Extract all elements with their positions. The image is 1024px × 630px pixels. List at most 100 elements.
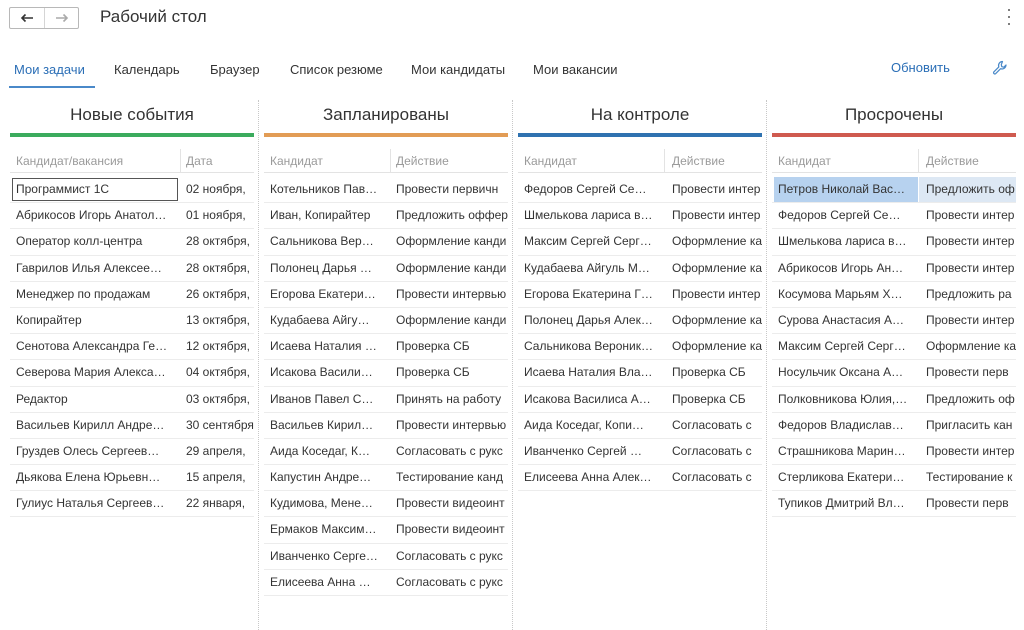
- table-row[interactable]: Федоров Владислав… Пригласить кан: [772, 413, 1016, 439]
- cell-candidate: Федоров Сергей Се…: [778, 208, 901, 223]
- table-row[interactable]: Кудабаева Айгу… Оформление канди: [264, 308, 508, 335]
- table-row[interactable]: Страшникова Марин… Провести интер: [772, 439, 1016, 466]
- table-row[interactable]: Егорова Екатери… Провести интервью: [264, 282, 508, 308]
- table-row[interactable]: Сенотова Александра Ге… 12 октября,: [10, 334, 254, 361]
- table-row[interactable]: Кудимова, Мене… Провести видеоинт: [264, 491, 508, 518]
- table-row[interactable]: Иванченко Серге… Согласовать с рукс: [264, 544, 508, 570]
- table-row[interactable]: Полонец Дарья Алек… Оформление ка: [518, 308, 762, 335]
- table-row[interactable]: Сальникова Вероник… Оформление ка: [518, 334, 762, 361]
- table-row[interactable]: Дьякова Елена Юрьевн… 15 апреля,: [10, 465, 254, 492]
- cell-action: Провести интер: [926, 312, 1015, 327]
- table-row[interactable]: Петров Николай Вас… Предложить оф: [772, 177, 1016, 204]
- table-row[interactable]: Сурова Анастасия А… Провести интер: [772, 308, 1016, 335]
- table-row[interactable]: Аида Коседаг, Копи… Согласовать с: [518, 413, 762, 439]
- table-row[interactable]: Стерликова Екатери… Тестирование к: [772, 465, 1016, 492]
- table-header: Кандидат Действие: [518, 149, 762, 173]
- table-row[interactable]: Оператор колл-центра 28 октября,: [10, 229, 254, 256]
- table-row[interactable]: Исакова Василиса А… Проверка СБ: [518, 387, 762, 413]
- cell-candidate: Оператор колл-центра: [16, 234, 143, 249]
- tab-my-candidates[interactable]: Мои кандидаты: [411, 62, 505, 77]
- table-row[interactable]: Кудабаева Айгуль М… Оформление ка: [518, 256, 762, 282]
- table-row[interactable]: Абрикосов Игорь Ан… Провести интер: [772, 256, 1016, 282]
- header-divider[interactable]: [180, 149, 181, 173]
- table-row[interactable]: Гаврилов Илья Алексее… 28 октября,: [10, 256, 254, 282]
- cell-candidate: Исакова Василиса А…: [524, 391, 651, 406]
- header-action[interactable]: Действие: [926, 154, 979, 168]
- cell-action: Провести первичн: [396, 182, 499, 196]
- header-candidate[interactable]: Кандидат: [270, 154, 323, 168]
- table-row[interactable]: Шмелькова лариса в… Провести интер: [772, 229, 1016, 256]
- header-date[interactable]: Дата: [186, 154, 213, 168]
- table-row[interactable]: Иванов Павел С… Принять на работу: [264, 387, 508, 413]
- table-row[interactable]: Исаева Наталия Вла… Проверка СБ: [518, 360, 762, 387]
- cell-action: Согласовать с рукс: [396, 574, 503, 589]
- table-row[interactable]: Максим Сергей Серг… Оформление ка: [518, 229, 762, 256]
- table-row[interactable]: Аида Коседаг, К… Согласовать с рукс: [264, 439, 508, 466]
- header-action[interactable]: Действие: [672, 154, 725, 168]
- cell-candidate: Абрикосов Игорь Ан…: [778, 260, 904, 275]
- table-row[interactable]: Иван, Копирайтер Предложить оффер: [264, 203, 508, 230]
- table-row[interactable]: Абрикосов Игорь Анатол… 01 ноября,: [10, 203, 254, 230]
- table-row[interactable]: Носульчик Оксана А… Провести перв: [772, 360, 1016, 387]
- table-row[interactable]: Максим Сергей Серг… Оформление ка: [772, 334, 1016, 361]
- tab-calendar[interactable]: Календарь: [114, 62, 180, 77]
- cell-candidate: Елисеева Анна Алек…: [524, 470, 652, 485]
- table-row[interactable]: Ермаков Максим… Провести видеоинт: [264, 517, 508, 544]
- cell-candidate: Сенотова Александра Ге…: [16, 339, 168, 354]
- table-row[interactable]: Косумова Марьям Х… Предложить ра: [772, 282, 1016, 308]
- table-row[interactable]: Капустин Андре… Тестирование канд: [264, 465, 508, 492]
- cell-date: 28 октября,: [186, 260, 250, 275]
- cell-candidate: Носульчик Оксана А…: [778, 365, 904, 380]
- table-row[interactable]: Программист 1С 02 ноября,: [10, 177, 254, 204]
- cell-action: Провести видеоинт: [396, 522, 505, 537]
- table-row[interactable]: Васильев Кирил… Провести интервью: [264, 413, 508, 439]
- cell-candidate: Сурова Анастасия А…: [778, 312, 905, 327]
- table-row[interactable]: Котельников Пав… Провести первичн: [264, 177, 508, 204]
- tab-resume-list[interactable]: Список резюме: [290, 62, 383, 77]
- table-row[interactable]: Северова Мария Алекса… 04 октября,: [10, 360, 254, 387]
- tab-browser[interactable]: Браузер: [210, 62, 260, 77]
- tab-my-vacancies[interactable]: Мои вакансии: [533, 62, 617, 77]
- cell-candidate: Шмелькова лариса в…: [778, 234, 907, 249]
- cell-candidate: Груздев Олесь Сергеев…: [16, 443, 160, 458]
- table-row[interactable]: Федоров Сергей Се… Провести интер: [772, 203, 1016, 230]
- kebab-menu-icon[interactable]: [1006, 9, 1012, 25]
- table-row[interactable]: Копирайтер 13 октября,: [10, 308, 254, 335]
- cell-candidate: Кудимова, Мене…: [270, 496, 373, 511]
- wrench-icon[interactable]: [992, 60, 1008, 76]
- back-button[interactable]: [10, 8, 44, 28]
- table-row[interactable]: Федоров Сергей Се… Провести интер: [518, 177, 762, 204]
- table-row[interactable]: Елисеева Анна Алек… Согласовать с: [518, 465, 762, 492]
- header-divider[interactable]: [918, 149, 919, 173]
- header-action[interactable]: Действие: [396, 154, 449, 168]
- cell-action: Оформление ка: [672, 312, 762, 327]
- table-row[interactable]: Егорова Екатерина Г… Провести интер: [518, 282, 762, 308]
- tab-my-tasks[interactable]: Мои задачи: [14, 62, 85, 77]
- table-row[interactable]: Исаева Наталия … Проверка СБ: [264, 334, 508, 361]
- forward-button[interactable]: [44, 8, 78, 28]
- table-row[interactable]: Васильев Кирилл Андре… 30 сентября: [10, 413, 254, 439]
- table-row[interactable]: Груздев Олесь Сергеев… 29 апреля,: [10, 439, 254, 466]
- header-candidate[interactable]: Кандидат: [778, 154, 831, 168]
- table-row[interactable]: Редактор 03 октября,: [10, 387, 254, 413]
- header-divider[interactable]: [664, 149, 665, 173]
- header-candidate[interactable]: Кандидат: [524, 154, 577, 168]
- table-row[interactable]: Тупиков Дмитрий Вл… Провести перв: [772, 491, 1016, 518]
- table-row[interactable]: Исакова Васили… Проверка СБ: [264, 360, 508, 387]
- table-row[interactable]: Гулиус Наталья Сергеев… 22 января,: [10, 491, 254, 518]
- table-row[interactable]: Шмелькова лариса в… Провести интер: [518, 203, 762, 230]
- cell-candidate: Капустин Андре…: [270, 470, 372, 485]
- table-row[interactable]: Полковникова Юлия,… Предложить оф: [772, 387, 1016, 413]
- table-header: Кандидат/вакансия Дата: [10, 149, 254, 173]
- header-divider[interactable]: [390, 149, 391, 173]
- refresh-link[interactable]: Обновить: [891, 60, 950, 75]
- table-row[interactable]: Елисеева Анна … Согласовать с рукс: [264, 570, 508, 596]
- cell-candidate: Егорова Екатерина Г…: [524, 286, 653, 301]
- table-row[interactable]: Менеджер по продажам 26 октября,: [10, 282, 254, 308]
- header-candidate[interactable]: Кандидат/вакансия: [16, 154, 123, 168]
- table-row[interactable]: Полонец Дарья … Оформление канди: [264, 256, 508, 282]
- page-title: Рабочий стол: [100, 7, 207, 26]
- table-row[interactable]: Иванченко Сергей … Согласовать с: [518, 439, 762, 466]
- cell-date: 29 апреля,: [186, 443, 246, 458]
- table-row[interactable]: Сальникова Вер… Оформление канди: [264, 229, 508, 256]
